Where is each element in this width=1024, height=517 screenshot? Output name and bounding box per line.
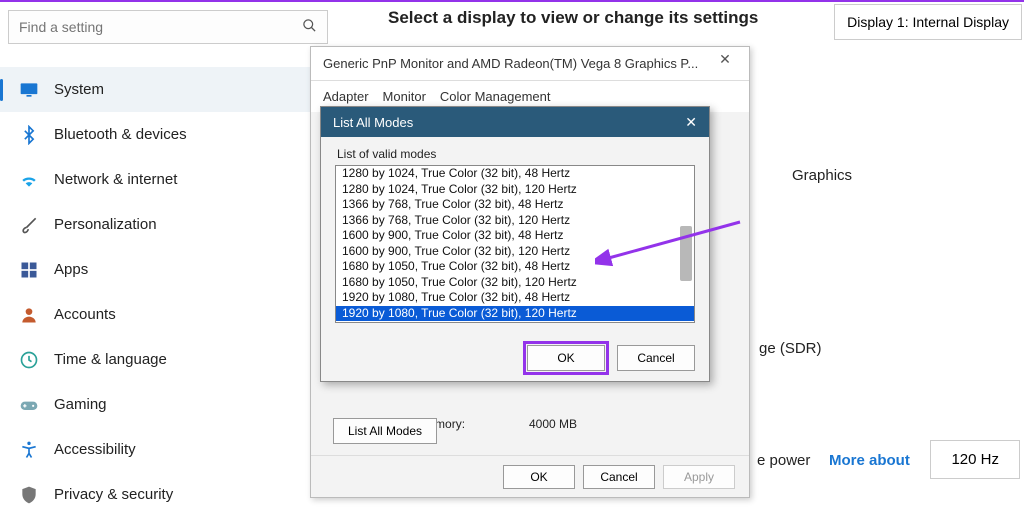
apply-button: Apply bbox=[663, 465, 735, 489]
list-all-modes-dialog: List All Modes ✕ List of valid modes 128… bbox=[320, 106, 710, 382]
bluetooth-icon bbox=[18, 124, 40, 146]
dialog-title: Generic PnP Monitor and AMD Radeon(TM) V… bbox=[311, 47, 749, 81]
dialog-title-text: Generic PnP Monitor and AMD Radeon(TM) V… bbox=[323, 56, 698, 71]
modes-list-label: List of valid modes bbox=[321, 137, 709, 165]
modes-listbox[interactable]: 1280 by 1024, True Color (32 bit), 48 He… bbox=[335, 165, 695, 323]
gamepad-icon bbox=[18, 394, 40, 416]
person-icon bbox=[18, 304, 40, 326]
settings-sidebar: System Bluetooth & devices Network & inter… bbox=[0, 67, 336, 517]
shared-memory-value: 4000 MB bbox=[529, 417, 577, 431]
sidebar-item-label: Network & internet bbox=[54, 171, 177, 188]
sidebar-item-label: Accounts bbox=[54, 306, 116, 323]
display-selector[interactable]: Display 1: Internal Display bbox=[834, 4, 1022, 40]
sidebar-item-gaming[interactable]: Gaming bbox=[0, 382, 336, 427]
list-all-modes-button[interactable]: List All Modes bbox=[333, 418, 437, 444]
ok-button[interactable]: OK bbox=[527, 345, 605, 371]
mode-row[interactable]: 1366 by 768, True Color (32 bit), 48 Her… bbox=[336, 197, 694, 213]
power-label: e power bbox=[757, 452, 810, 469]
search-input[interactable] bbox=[19, 19, 302, 35]
cancel-button[interactable]: Cancel bbox=[583, 465, 655, 489]
brush-icon bbox=[18, 214, 40, 236]
search-icon bbox=[302, 18, 317, 36]
scrollbar-thumb[interactable] bbox=[680, 226, 692, 281]
sidebar-item-accounts[interactable]: Accounts bbox=[0, 292, 336, 337]
sidebar-item-label: Time & language bbox=[54, 351, 167, 368]
sidebar-item-label: Apps bbox=[54, 261, 88, 278]
mode-row[interactable]: 1600 by 900, True Color (32 bit), 48 Her… bbox=[336, 228, 694, 244]
mode-row[interactable]: 1366 by 768, True Color (32 bit), 120 He… bbox=[336, 213, 694, 229]
wifi-icon bbox=[18, 169, 40, 191]
sidebar-item-apps[interactable]: Apps bbox=[0, 247, 336, 292]
mode-row[interactable]: 1680 by 1050, True Color (32 bit), 120 H… bbox=[336, 275, 694, 291]
cancel-button[interactable]: Cancel bbox=[617, 345, 695, 371]
apps-icon bbox=[18, 259, 40, 281]
ok-button[interactable]: OK bbox=[503, 465, 575, 489]
modes-titlebar: List All Modes ✕ bbox=[321, 107, 709, 137]
page-heading: Select a display to view or change its s… bbox=[388, 8, 758, 28]
sidebar-item-bluetooth-devices[interactable]: Bluetooth & devices bbox=[0, 112, 336, 157]
mode-row[interactable]: 1600 by 900, True Color (32 bit), 120 He… bbox=[336, 244, 694, 260]
modes-footer: OK Cancel bbox=[527, 345, 695, 371]
sidebar-item-personalization[interactable]: Personalization bbox=[0, 202, 336, 247]
sidebar-item-network-internet[interactable]: Network & internet bbox=[0, 157, 336, 202]
sidebar-item-label: System bbox=[54, 81, 104, 98]
settings-search-box[interactable] bbox=[8, 10, 328, 44]
shield-icon bbox=[18, 484, 40, 506]
clock-icon bbox=[18, 349, 40, 371]
mode-row[interactable]: 1920 by 1080, True Color (32 bit), 120 H… bbox=[336, 306, 694, 322]
accessibility-icon bbox=[18, 439, 40, 461]
sidebar-item-label: Privacy & security bbox=[54, 486, 173, 503]
close-icon[interactable]: ✕ bbox=[685, 114, 697, 131]
dialog-footer: OK Cancel Apply bbox=[311, 455, 749, 497]
mode-row[interactable]: 1680 by 1050, True Color (32 bit), 48 He… bbox=[336, 259, 694, 275]
sidebar-item-label: Bluetooth & devices bbox=[54, 126, 187, 143]
more-about-link[interactable]: More about bbox=[829, 452, 910, 469]
graphics-label: Graphics bbox=[792, 167, 852, 184]
sdr-label: ge (SDR) bbox=[759, 340, 822, 357]
modes-title-text: List All Modes bbox=[333, 115, 413, 130]
mode-row[interactable]: 1280 by 1024, True Color (32 bit), 48 He… bbox=[336, 166, 694, 182]
sidebar-item-time-language[interactable]: Time & language bbox=[0, 337, 336, 382]
sidebar-item-label: Personalization bbox=[54, 216, 157, 233]
sidebar-item-system[interactable]: System bbox=[0, 67, 336, 112]
monitor-icon bbox=[18, 79, 40, 101]
sidebar-item-label: Accessibility bbox=[54, 441, 136, 458]
close-icon[interactable]: ✕ bbox=[705, 51, 745, 68]
refresh-rate-value[interactable]: 120 Hz bbox=[930, 440, 1020, 479]
mode-row[interactable]: 1280 by 1024, True Color (32 bit), 120 H… bbox=[336, 182, 694, 198]
mode-row[interactable]: 1920 by 1080, True Color (32 bit), 48 He… bbox=[336, 290, 694, 306]
sidebar-item-accessibility[interactable]: Accessibility bbox=[0, 427, 336, 472]
sidebar-item-label: Gaming bbox=[54, 396, 107, 413]
sidebar-item-privacy-security[interactable]: Privacy & security bbox=[0, 472, 336, 517]
